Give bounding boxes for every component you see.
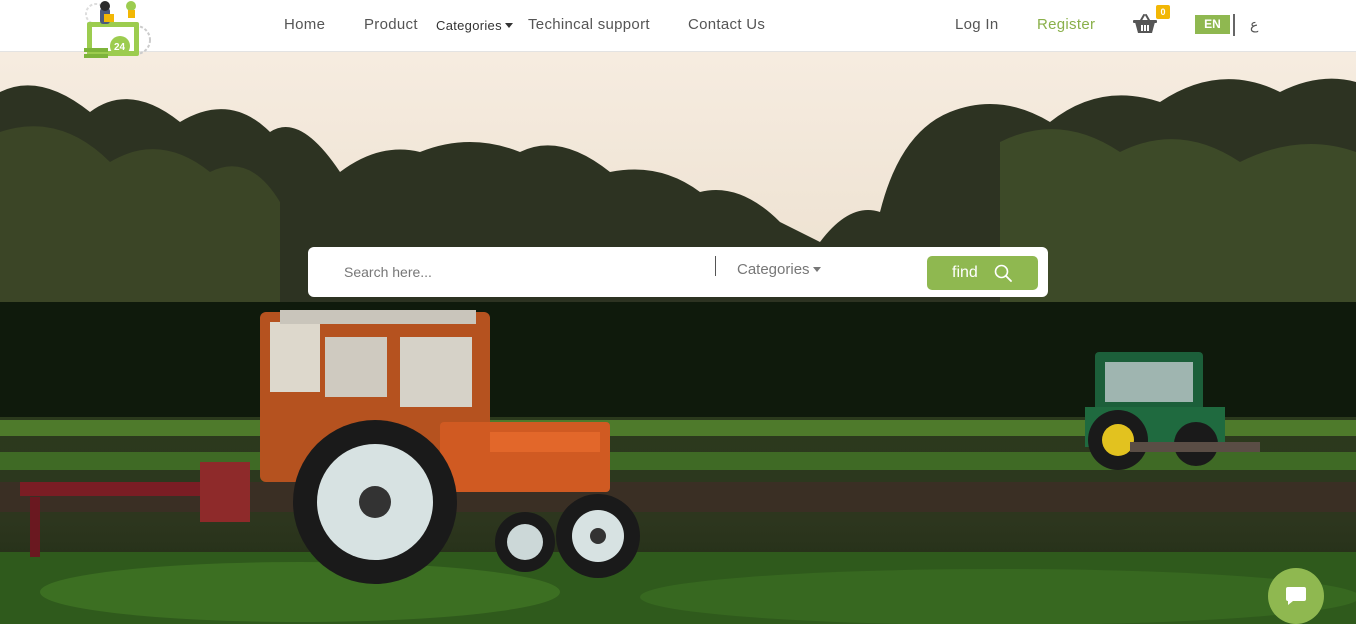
site-header: Home Product Categories Techincal suppor… <box>0 0 1356 52</box>
caret-down-icon <box>504 23 513 28</box>
language-divider <box>1233 14 1235 36</box>
register-link[interactable]: Register <box>1037 16 1095 33</box>
svg-text:24: 24 <box>114 42 126 53</box>
site-logo[interactable]: 24 <box>80 0 154 62</box>
hero-banner: Categories find <box>0 52 1356 624</box>
basket-icon[interactable] <box>1132 13 1158 35</box>
search-categories-dropdown[interactable]: Categories <box>737 261 821 278</box>
cart-count-badge: 0 <box>1156 5 1170 19</box>
nav-contact-us[interactable]: Contact Us <box>688 16 765 33</box>
nav-product[interactable]: Product <box>364 16 418 33</box>
find-button-label: find <box>952 264 978 281</box>
farm-tractor-photo <box>0 52 1356 624</box>
nav-home[interactable]: Home <box>284 16 325 33</box>
caret-down-icon <box>812 267 821 272</box>
nav-categories-label: Categories <box>436 18 502 33</box>
search-input[interactable] <box>344 260 694 284</box>
language-ar-button[interactable]: ع <box>1250 16 1258 33</box>
chat-button[interactable] <box>1268 568 1324 624</box>
search-bar: Categories find <box>308 247 1048 297</box>
search-icon <box>994 264 1012 282</box>
search-categories-label: Categories <box>737 261 810 278</box>
chat-bubble-icon <box>1286 587 1306 605</box>
find-button[interactable]: find <box>927 256 1038 290</box>
search-divider <box>715 256 716 276</box>
language-en-button[interactable]: EN <box>1195 15 1230 34</box>
login-link[interactable]: Log In <box>955 16 999 33</box>
nav-categories-dropdown[interactable]: Categories <box>436 18 513 33</box>
nav-technical-support[interactable]: Techincal support <box>528 16 650 33</box>
